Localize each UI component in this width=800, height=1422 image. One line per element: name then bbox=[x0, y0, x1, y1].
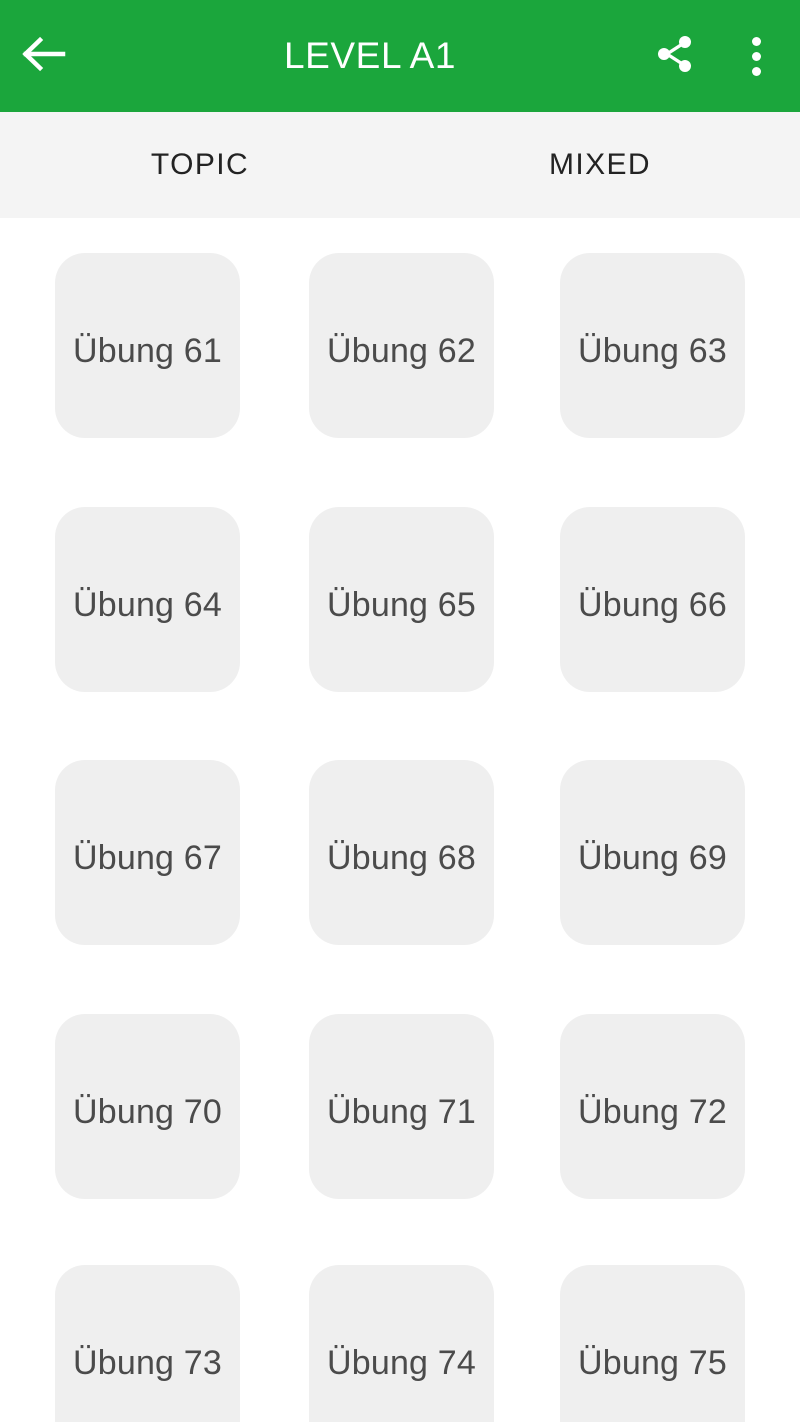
exercise-tile-label: Übung 73 bbox=[72, 1344, 223, 1382]
exercise-tile[interactable]: Übung 71 bbox=[309, 1014, 494, 1199]
exercise-tile[interactable]: Übung 70 bbox=[55, 1014, 240, 1199]
exercise-tile[interactable]: Übung 65 bbox=[309, 507, 494, 692]
app-screen: LEVEL A1 TOPIC MIXED Übung 61 Übung 62 Ü… bbox=[0, 0, 800, 1422]
exercise-tile-label: Übung 72 bbox=[577, 1093, 728, 1131]
exercise-tile-label: Übung 74 bbox=[326, 1344, 477, 1382]
exercise-tile-label: Übung 62 bbox=[326, 332, 477, 370]
share-button[interactable] bbox=[645, 31, 705, 81]
tab-mixed-label: MIXED bbox=[548, 148, 651, 181]
exercise-tile-label: Übung 70 bbox=[72, 1093, 223, 1131]
exercise-tile-label: Übung 68 bbox=[326, 839, 477, 877]
exercise-tile[interactable]: Übung 67 bbox=[55, 760, 240, 945]
overflow-menu-button[interactable] bbox=[730, 31, 782, 81]
tab-mixed[interactable]: MIXED bbox=[400, 112, 800, 218]
share-icon bbox=[653, 32, 697, 81]
tab-topic-label: TOPIC bbox=[150, 148, 250, 181]
exercise-tile[interactable]: Übung 72 bbox=[560, 1014, 745, 1199]
exercise-tile-label: Übung 63 bbox=[577, 332, 728, 370]
exercise-tile[interactable]: Übung 64 bbox=[55, 507, 240, 692]
exercise-tile-label: Übung 75 bbox=[577, 1344, 728, 1382]
exercise-tile-label: Übung 66 bbox=[577, 586, 728, 624]
exercise-tile-label: Übung 61 bbox=[72, 332, 223, 370]
exercise-tile[interactable]: Übung 69 bbox=[560, 760, 745, 945]
page-title: LEVEL A1 bbox=[283, 35, 457, 76]
exercise-tile[interactable]: Übung 68 bbox=[309, 760, 494, 945]
arrow-back-icon bbox=[19, 34, 67, 79]
exercise-tile[interactable]: Übung 61 bbox=[55, 253, 240, 438]
tab-bar: TOPIC MIXED bbox=[0, 112, 800, 330]
exercise-tile[interactable]: Übung 74 bbox=[309, 1265, 494, 1422]
exercise-tile[interactable]: Übung 73 bbox=[55, 1265, 240, 1422]
exercise-tile-label: Übung 71 bbox=[326, 1093, 477, 1131]
exercise-tile-label: Übung 64 bbox=[72, 586, 223, 624]
exercise-tile[interactable]: Übung 62 bbox=[309, 253, 494, 438]
tab-topic[interactable]: TOPIC bbox=[0, 112, 400, 218]
exercise-tile-label: Übung 65 bbox=[326, 586, 477, 624]
exercise-tile[interactable]: Übung 63 bbox=[560, 253, 745, 438]
app-bar: LEVEL A1 bbox=[0, 0, 800, 112]
more-vertical-icon bbox=[751, 36, 761, 76]
exercise-tile-label: Übung 69 bbox=[577, 839, 728, 877]
back-button[interactable] bbox=[12, 31, 74, 81]
exercise-grid: Übung 61 Übung 62 Übung 63 Übung 64 Übung 65… bbox=[0, 218, 800, 1422]
exercise-tile-label: Übung 67 bbox=[72, 839, 223, 877]
exercise-tile[interactable]: Übung 66 bbox=[560, 507, 745, 692]
exercise-tile[interactable]: Übung 75 bbox=[560, 1265, 745, 1422]
